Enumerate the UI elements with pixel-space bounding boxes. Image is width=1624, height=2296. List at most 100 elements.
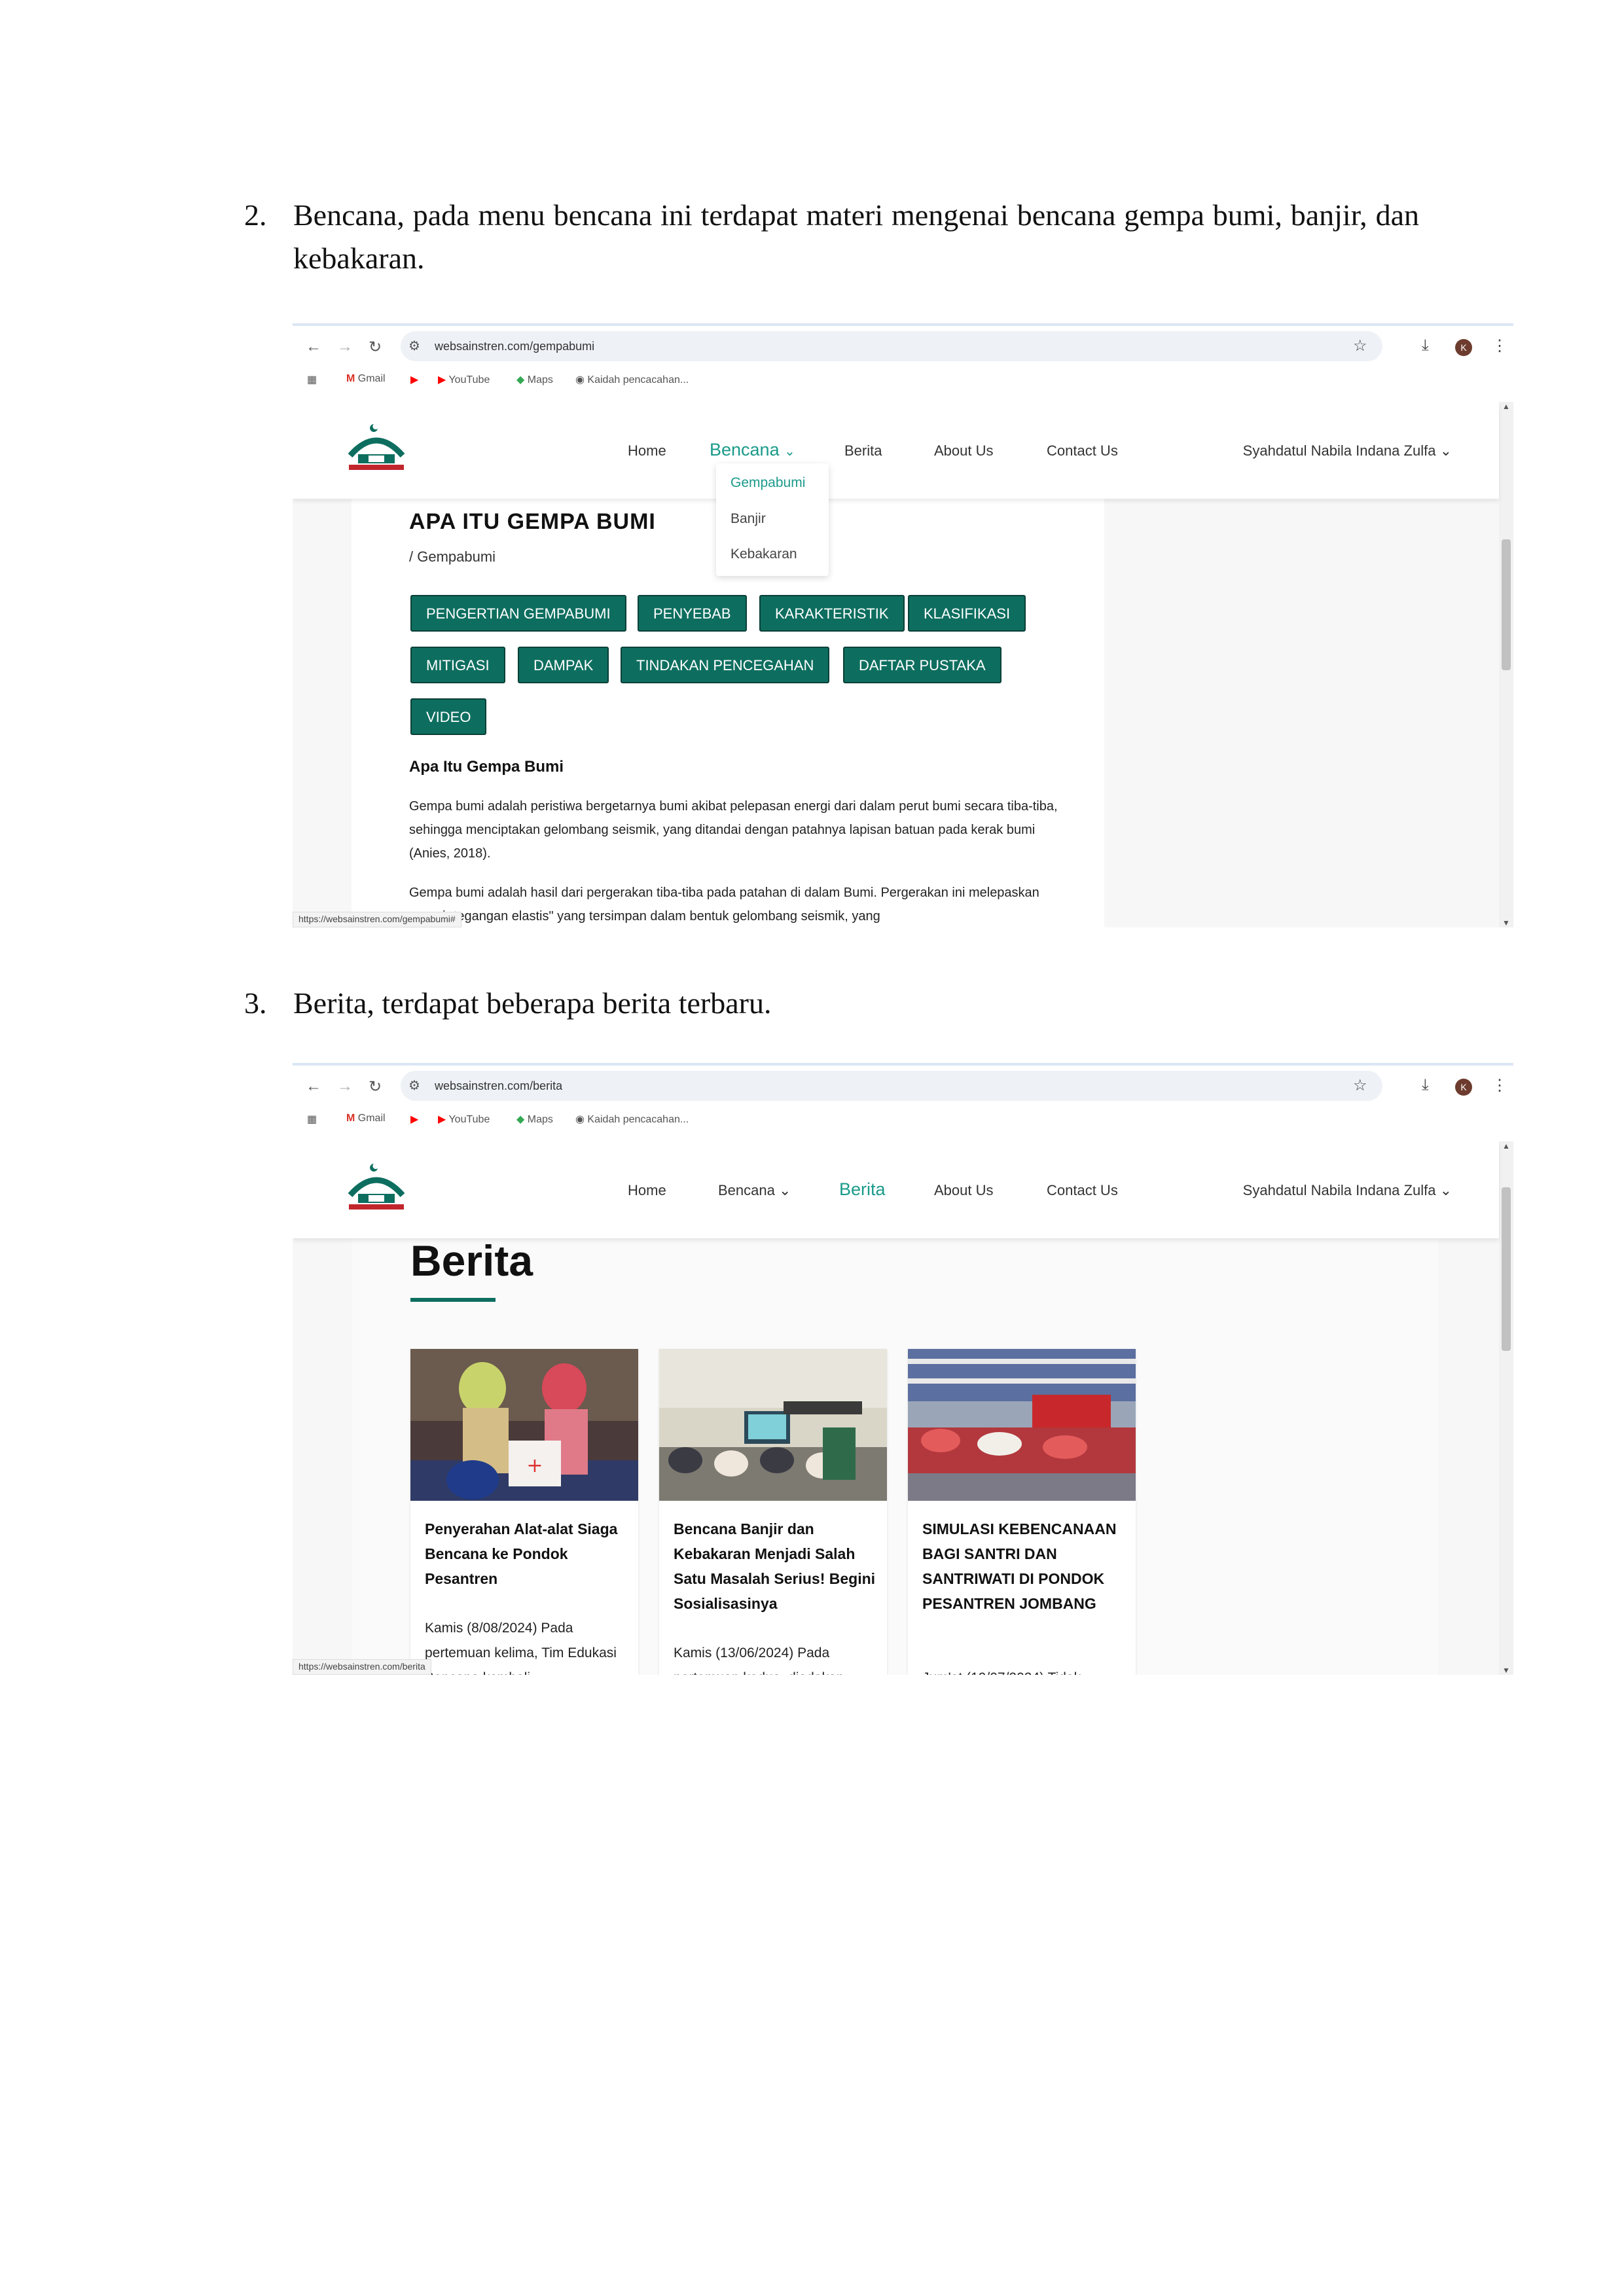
btn-dampak[interactable]: DAMPAK bbox=[518, 647, 609, 683]
apps-icon[interactable]: ▦ bbox=[307, 373, 317, 386]
browser-toolbar: ← → ↻ ⚙ websainstren.com/berita ☆ ⤓ K ⋮ … bbox=[293, 1066, 1513, 1141]
status-bar-url: https://websainstren.com/berita bbox=[293, 1659, 431, 1675]
nav-contact[interactable]: Contact Us bbox=[1047, 1182, 1118, 1199]
site-info-icon[interactable]: ⚙ bbox=[408, 338, 420, 354]
news-card[interactable]: SIMULASI KEBENCANAAN BAGI SANTRI DAN SAN… bbox=[908, 1349, 1136, 1675]
url-text: websainstren.com/gempabumi bbox=[435, 340, 595, 353]
nav-home[interactable]: Home bbox=[628, 1182, 666, 1199]
news-title[interactable]: SIMULASI KEBENCANAAN BAGI SANTRI DAN SAN… bbox=[922, 1516, 1125, 1616]
bookmark-kaidah[interactable]: ◉ Kaidah pencacahan... bbox=[575, 373, 689, 386]
paragraph: Gempa bumi adalah peristiwa bergetarnya … bbox=[409, 799, 1058, 861]
btn-pengertian[interactable]: PENGERTIAN GEMPABUMI bbox=[410, 595, 626, 632]
nav-contact[interactable]: Contact Us bbox=[1047, 442, 1118, 459]
bookmark-youtube[interactable]: ▶ YouTube bbox=[438, 1113, 490, 1126]
bookmark-youtube[interactable]: ▶ YouTube bbox=[438, 373, 490, 386]
dropdown-item-kebakaran[interactable]: Kebakaran bbox=[731, 547, 797, 562]
profile-avatar[interactable]: K bbox=[1455, 1079, 1472, 1096]
bookmark-gmail[interactable]: M Gmail bbox=[346, 373, 386, 385]
chevron-down-icon: ⌄ bbox=[1439, 442, 1452, 459]
scroll-down-icon[interactable]: ▼ bbox=[1502, 1666, 1510, 1675]
forward-icon[interactable]: → bbox=[337, 338, 353, 356]
bookmarks-bar: ▦ M Gmail ▶ ▶ YouTube ◆ Maps ◉ Kaidah pe… bbox=[293, 369, 1513, 395]
back-icon[interactable]: ← bbox=[306, 338, 321, 356]
chevron-down-icon: ⌄ bbox=[784, 444, 795, 459]
btn-tindakan-pencegahan[interactable]: TINDAKAN PENCEGAHAN bbox=[621, 647, 830, 683]
youtube-icon[interactable]: ▶ bbox=[410, 1113, 418, 1126]
youtube-icon[interactable]: ▶ bbox=[410, 373, 418, 386]
user-menu[interactable]: Syahdatul Nabila Indana Zulfa ⌄ bbox=[1243, 442, 1452, 459]
nav-berita[interactable]: Berita bbox=[844, 442, 882, 459]
star-icon[interactable]: ☆ bbox=[1353, 1076, 1367, 1095]
address-bar[interactable]: ⚙ websainstren.com/berita ☆ bbox=[401, 1071, 1382, 1101]
menu-dots-icon[interactable]: ⋮ bbox=[1492, 336, 1507, 355]
apps-icon[interactable]: ▦ bbox=[307, 1113, 317, 1126]
news-title[interactable]: Penyerahan Alat-alat Siaga Bencana ke Po… bbox=[425, 1516, 628, 1591]
news-excerpt: Kamis (8/08/2024) Pada pertemuan kelima,… bbox=[425, 1621, 617, 1675]
scroll-thumb[interactable] bbox=[1502, 539, 1511, 670]
chevron-down-icon: ⌄ bbox=[778, 1182, 791, 1198]
site-navbar: Home Bencana ⌄ Berita About Us Contact U… bbox=[293, 402, 1499, 499]
nav-about[interactable]: About Us bbox=[934, 1182, 994, 1199]
scrollbar[interactable]: ▲ ▼ bbox=[1499, 402, 1513, 927]
list-text: Bencana, pada menu bencana ini terdapat … bbox=[293, 198, 1419, 275]
list-number: 2. bbox=[244, 198, 267, 232]
forward-icon[interactable]: → bbox=[337, 1077, 353, 1096]
page-title: Berita bbox=[410, 1236, 533, 1285]
bookmarks-bar: ▦ M Gmail ▶ ▶ YouTube ◆ Maps ◉ Kaidah pe… bbox=[293, 1109, 1513, 1135]
user-menu[interactable]: Syahdatul Nabila Indana Zulfa ⌄ bbox=[1243, 1182, 1452, 1199]
news-excerpt: Jum'at (19/07/2024) Tidak bbox=[922, 1666, 1125, 1675]
scroll-up-icon[interactable]: ▲ bbox=[1502, 402, 1510, 411]
site-info-icon[interactable]: ⚙ bbox=[408, 1077, 420, 1094]
dropdown-item-banjir[interactable]: Banjir bbox=[731, 511, 766, 527]
nav-bencana[interactable]: Bencana ⌄ bbox=[710, 440, 795, 460]
status-bar-url: https://websainstren.com/gempabumi# bbox=[293, 912, 461, 927]
bookmark-maps[interactable]: ◆ Maps bbox=[516, 373, 553, 386]
websainstren-logo[interactable] bbox=[344, 1161, 409, 1217]
scroll-up-icon[interactable]: ▲ bbox=[1502, 1141, 1510, 1151]
scroll-thumb[interactable] bbox=[1502, 1187, 1511, 1351]
bookmark-kaidah[interactable]: ◉ Kaidah pencacahan... bbox=[575, 1113, 689, 1126]
dropdown-item-gempabumi[interactable]: Gempabumi bbox=[731, 475, 805, 491]
title-underline bbox=[410, 1298, 496, 1302]
btn-karakteristik[interactable]: KARAKTERISTIK bbox=[759, 595, 905, 632]
download-icon[interactable]: ⤓ bbox=[1422, 1076, 1429, 1094]
btn-klasifikasi[interactable]: KLASIFIKASI bbox=[908, 595, 1026, 632]
page-title: APA ITU GEMPA BUMI bbox=[409, 509, 656, 534]
news-card[interactable]: Bencana Banjir dan Kebakaran Menjadi Sal… bbox=[659, 1349, 887, 1675]
profile-avatar[interactable]: K bbox=[1455, 339, 1472, 356]
nav-home[interactable]: Home bbox=[628, 442, 666, 459]
site-navbar: Home Bencana ⌄ Berita About Us Contact U… bbox=[293, 1141, 1499, 1238]
svg-text:+: + bbox=[526, 1454, 543, 1477]
scroll-down-icon[interactable]: ▼ bbox=[1502, 918, 1510, 927]
websainstren-logo[interactable] bbox=[344, 422, 409, 478]
list-item-3: 3. Berita, terdapat beberapa berita terb… bbox=[244, 982, 1419, 1028]
star-icon[interactable]: ☆ bbox=[1353, 336, 1367, 355]
btn-video[interactable]: VIDEO bbox=[410, 698, 487, 735]
browser-toolbar: ← → ↻ ⚙ websainstren.com/gempabumi ☆ ⤓ K… bbox=[293, 326, 1513, 402]
reload-icon[interactable]: ↻ bbox=[369, 1077, 382, 1096]
back-icon[interactable]: ← bbox=[306, 1077, 321, 1096]
nav-bencana[interactable]: Bencana ⌄ bbox=[718, 1182, 791, 1199]
bookmark-gmail[interactable]: M Gmail bbox=[346, 1113, 386, 1124]
scrollbar[interactable]: ▲ ▼ bbox=[1499, 1141, 1513, 1675]
download-icon[interactable]: ⤓ bbox=[1422, 336, 1429, 355]
breadcrumb: / Gempabumi bbox=[409, 548, 496, 565]
news-card[interactable]: + Penyerahan Alat-alat Siaga Bencana ke … bbox=[410, 1349, 638, 1675]
btn-daftar-pustaka[interactable]: DAFTAR PUSTAKA bbox=[843, 647, 1001, 683]
reload-icon[interactable]: ↻ bbox=[369, 338, 382, 357]
url-text: websainstren.com/berita bbox=[435, 1079, 563, 1092]
news-title[interactable]: Bencana Banjir dan Kebakaran Menjadi Sal… bbox=[674, 1516, 876, 1616]
btn-penyebab[interactable]: PENYEBAB bbox=[638, 595, 747, 632]
news-photo[interactable]: + bbox=[410, 1349, 638, 1501]
screenshot-gempabumi: ← → ↻ ⚙ websainstren.com/gempabumi ☆ ⤓ K… bbox=[293, 323, 1513, 927]
bookmark-maps[interactable]: ◆ Maps bbox=[516, 1113, 553, 1126]
nav-about[interactable]: About Us bbox=[934, 442, 994, 459]
nav-berita[interactable]: Berita bbox=[839, 1179, 886, 1200]
menu-dots-icon[interactable]: ⋮ bbox=[1492, 1076, 1507, 1095]
section-heading: Apa Itu Gempa Bumi bbox=[409, 758, 564, 776]
btn-mitigasi[interactable]: MITIGASI bbox=[410, 647, 505, 683]
news-photo[interactable] bbox=[908, 1349, 1136, 1501]
chevron-down-icon: ⌄ bbox=[1439, 1182, 1452, 1198]
address-bar[interactable]: ⚙ websainstren.com/gempabumi ☆ bbox=[401, 331, 1382, 361]
news-photo[interactable] bbox=[659, 1349, 887, 1501]
